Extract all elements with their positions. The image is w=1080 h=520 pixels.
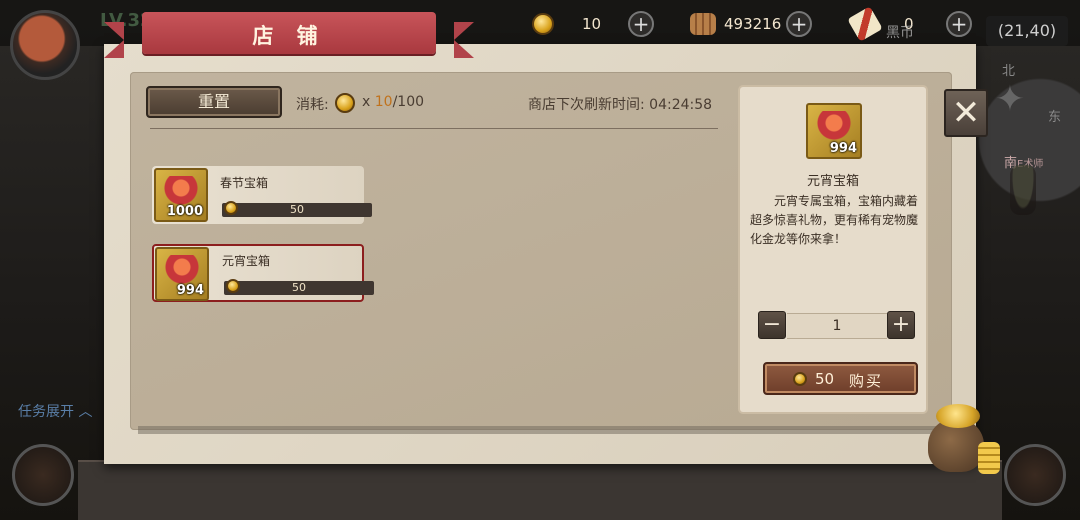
add-gold-button[interactable]: + bbox=[628, 10, 654, 38]
quantity-value[interactable]: 1 bbox=[787, 313, 887, 339]
buy-price: 50 bbox=[815, 370, 835, 388]
buy-button[interactable]: 50 购买 bbox=[763, 362, 918, 395]
plus-icon: + bbox=[946, 11, 972, 37]
gold-coin-icon bbox=[532, 13, 554, 35]
plus-icon: + bbox=[628, 11, 654, 37]
gold-coin-icon bbox=[335, 93, 355, 113]
content-shadow bbox=[138, 426, 938, 434]
detail-item-name: 元宵宝箱 bbox=[806, 174, 859, 189]
copper-coins-icon bbox=[690, 13, 716, 35]
gold-coin-count: 10 bbox=[582, 15, 602, 33]
treasure-chest-icon: 1000 bbox=[154, 168, 208, 222]
heibi-label: 黑币 bbox=[886, 25, 914, 41]
compass-north: 北 bbox=[1002, 64, 1016, 79]
gold-coin-resource: 10 bbox=[532, 10, 601, 38]
close-icon: ✕ bbox=[951, 93, 981, 133]
title-ribbon: 店 铺 bbox=[104, 12, 474, 58]
add-copper-button[interactable]: + bbox=[786, 10, 812, 38]
task-expand-toggle[interactable]: 任务展开 ︿ bbox=[18, 401, 92, 421]
gold-pile-icon bbox=[936, 404, 980, 428]
gold-sack-decoration bbox=[922, 404, 1000, 476]
buy-label: 购买 bbox=[849, 372, 884, 390]
house-button-right[interactable] bbox=[1004, 444, 1066, 506]
scroll-icon bbox=[847, 6, 883, 42]
cost-amount: x 10/100 bbox=[362, 94, 425, 110]
cost-label: 消耗: bbox=[296, 97, 329, 113]
map-coordinates: (21,40) bbox=[986, 16, 1068, 46]
compass-east: 东 bbox=[1048, 110, 1062, 125]
chevron-up-icon: ︿ bbox=[78, 404, 93, 420]
skill-button-left[interactable] bbox=[12, 444, 74, 506]
item-price-bar: 50 bbox=[222, 201, 372, 217]
reset-button[interactable]: 重置 bbox=[146, 86, 282, 118]
item-price: 50 bbox=[290, 203, 304, 216]
detail-chest-icon: 994 bbox=[806, 103, 862, 159]
player-avatar[interactable] bbox=[10, 10, 80, 80]
gift-icon bbox=[817, 111, 851, 141]
item-stock-count: 1000 bbox=[166, 204, 203, 219]
item-stock-count: 994 bbox=[176, 283, 204, 298]
plus-icon: + bbox=[786, 11, 812, 37]
quantity-decrease-button[interactable]: − bbox=[758, 311, 786, 339]
item-name: 春节宝箱 bbox=[220, 176, 269, 190]
gift-icon bbox=[164, 176, 198, 206]
coin-stack-icon bbox=[978, 442, 1000, 474]
shop-item-spring-chest[interactable]: 1000 春节宝箱 50 bbox=[152, 166, 372, 224]
item-price-bar: 50 bbox=[224, 279, 374, 295]
copper-coin-resource: 493216 bbox=[690, 10, 781, 38]
detail-stock-count: 994 bbox=[829, 141, 857, 156]
gold-coin-icon bbox=[793, 372, 807, 386]
panel-base bbox=[78, 462, 1002, 520]
compass-star-icon: ✦ bbox=[994, 79, 1026, 120]
add-scroll-button[interactable]: + bbox=[946, 10, 972, 38]
item-name: 元宵宝箱 bbox=[222, 254, 271, 268]
refresh-timer: 商店下次刷新时间: 04:24:58 bbox=[528, 97, 713, 113]
detail-description: 元宵专属宝箱，宝箱内藏着超多惊喜礼物，更有稀有宠物魔化金龙等你来拿！ bbox=[750, 194, 919, 246]
shop-item-lantern-chest[interactable]: 994 元宵宝箱 50 bbox=[152, 244, 374, 302]
close-button[interactable]: ✕ bbox=[944, 89, 988, 137]
divider bbox=[150, 128, 718, 129]
treasure-chest-icon: 994 bbox=[155, 247, 209, 301]
npc-figure[interactable] bbox=[1010, 165, 1036, 215]
compass: 北 ✦ 东 南E术师 bbox=[990, 60, 1070, 171]
item-price: 50 bbox=[292, 281, 306, 294]
copper-coin-count: 493216 bbox=[724, 15, 782, 33]
quantity-increase-button[interactable]: + bbox=[887, 311, 915, 339]
shop-title: 店 铺 bbox=[252, 24, 326, 48]
gift-icon bbox=[165, 255, 199, 285]
